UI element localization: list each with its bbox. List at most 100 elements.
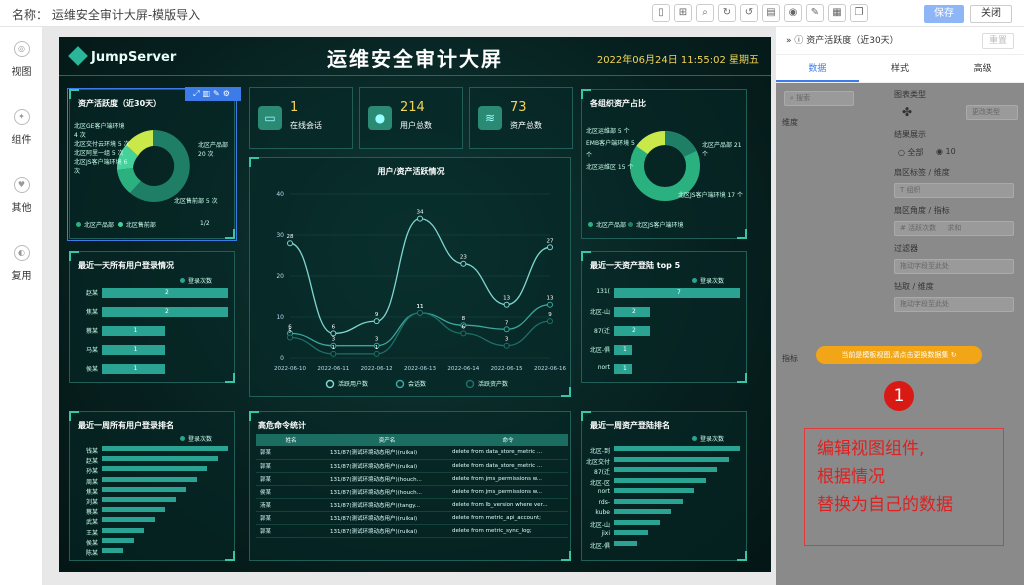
- table-cell: delete from metric_sync_log;: [448, 524, 568, 538]
- command-table: 姓名 资产名 命令 郭某 131/87(测试环境动态用户)(ruikai) dele…: [256, 434, 568, 538]
- bar: [102, 497, 176, 502]
- bar: [102, 466, 207, 472]
- radio-count[interactable]: ◉ 10: [936, 147, 956, 156]
- nav-label: 组件: [11, 135, 32, 146]
- copy-icon[interactable]: ❐: [850, 4, 868, 22]
- datetime: 2022年06月24日 11:55:02 星期五: [596, 55, 759, 66]
- bar-label: 蔡某: [85, 328, 98, 335]
- nav-component[interactable]: ✦ 组件: [0, 109, 43, 146]
- table-cell: 郭某: [256, 459, 326, 473]
- tab-data[interactable]: 数据: [776, 55, 859, 82]
- bar: 2: [614, 307, 650, 317]
- step-badge: 1: [884, 381, 914, 411]
- bar-label: 北区-山: [589, 521, 610, 529]
- layout-icon[interactable]: ⊞: [674, 4, 692, 22]
- data-point: [503, 342, 510, 349]
- panel-title: 最近一周所有用户登录排名: [78, 421, 174, 430]
- bar: 2: [102, 288, 228, 298]
- canvas-stage: JumpServer 运维安全审计大屏 2022年06月24日 11:55:02…: [43, 27, 776, 585]
- tab-style[interactable]: 样式: [859, 55, 942, 82]
- data-point: [547, 318, 553, 325]
- brush-icon[interactable]: ✎: [806, 4, 824, 22]
- pie-labels-left: 北区运维部 5 个 EMB客户端环境 5 个北区运维区 15 个: [586, 128, 635, 171]
- panel-title: 高危命令统计: [258, 421, 306, 430]
- data-label: 7: [505, 320, 509, 326]
- bar-label: 87(迁: [594, 328, 610, 335]
- grid-icon[interactable]: ▦: [828, 4, 846, 22]
- property-tabs: 数据 样式 高级: [776, 55, 1024, 83]
- nav-other[interactable]: ♥ 其他: [0, 177, 43, 214]
- col-header: 命令: [448, 434, 568, 446]
- data-label: 1: [375, 345, 379, 351]
- bar-value: 7: [677, 289, 681, 296]
- change-dataset-pill[interactable]: 当前是模板视图,请点击更换数据集 ↻: [816, 346, 982, 364]
- asset-login-top5-panel[interactable]: 最近一天资产登陆 top 5 登录次数 131(7 北区-山 2 87(迁 2 北区-俱 1…: [581, 251, 747, 383]
- bar: 2: [102, 307, 228, 317]
- undo-icon[interactable]: ↺: [740, 4, 758, 22]
- table-cell: 131/87(测试环境动态用户)(houch...: [326, 485, 448, 499]
- chart-type-label: 图表类型: [894, 90, 926, 99]
- user-login-week-panel[interactable]: 最近一周所有用户登录排名 登录次数 钱某 赵某 孙某 周某 焦某 刘某 蔡某 武某 王某 侯某 陈某: [69, 411, 235, 561]
- table-cell: 131/87(测试环境动态用户)(tangy...: [326, 498, 448, 512]
- danger-command-panel[interactable]: 高危命令统计 姓名 资产名 命令 郭某 131/87(测试环境动态用户)(ruik…: [249, 411, 571, 561]
- phone-icon[interactable]: ▯: [652, 4, 670, 22]
- refresh-icon[interactable]: ↻: [718, 4, 736, 22]
- y-tick-label: 40: [276, 191, 284, 198]
- sector-label-field[interactable]: T 组织: [894, 183, 1014, 198]
- table-row[interactable]: 郭某 131/87(测试环境动态用户)(ruikai) delete from me…: [256, 524, 568, 538]
- data-label: 6: [462, 324, 466, 330]
- left-nav: ◎ 视图 ✦ 组件 ♥ 其他 ◐ 复用: [0, 27, 43, 585]
- table-row[interactable]: 郭某 131/87(测试环境动态用户)(ruikai) delete from me…: [256, 511, 568, 525]
- table-row[interactable]: 郭某 131/87(测试环境动态用户)(ruikai) delete from da…: [256, 459, 568, 473]
- nav-label: 复用: [11, 271, 32, 282]
- nav-label: 其他: [11, 203, 32, 214]
- close-button[interactable]: 关闭: [970, 5, 1012, 23]
- bar-legend: 登录次数: [692, 434, 724, 443]
- bar-label: 焦某: [85, 309, 98, 316]
- data-label: 5: [288, 329, 292, 335]
- radio-all[interactable]: ○ 全部: [898, 147, 924, 158]
- stat-total-assets: ≋ 73 资产总数: [469, 87, 573, 149]
- user-login-day-panel[interactable]: 最近一天所有用户登录情况 登录次数 赵某 2 焦某 2 蔡某 1 马某 1 侯某 1: [69, 251, 235, 383]
- table-row[interactable]: 郭某 131/87(测试环境动态用户)(houch... delete from j…: [256, 472, 568, 486]
- activity-line-panel[interactable]: 用户/资产活跃情况 0 10 20 30 40 2022-06-10 2022-06-11 2…: [249, 157, 571, 397]
- selection-toolbar[interactable]: ⤢▥✎⚙: [185, 87, 241, 101]
- sector-angle-field[interactable]: # 活跃次数 求和: [894, 221, 1014, 236]
- pie-chart-icon: ✤: [902, 105, 913, 119]
- top-bar: 名称： 运维安全审计大屏-模版导入 ▯ ⊞ ⌕ ↻ ↺ ▤ ◉ ✎ ▦ ❐ 保存…: [0, 0, 1024, 27]
- tab-advanced[interactable]: 高级: [941, 55, 1024, 82]
- x-tick-label: 2022-06-16: [534, 366, 566, 372]
- drill-dropzone[interactable]: 拖动字段至此处: [894, 297, 1014, 312]
- data-label: 3: [332, 337, 336, 343]
- nav-view[interactable]: ◎ 视图: [0, 41, 43, 78]
- bar-label: 武某: [85, 519, 98, 527]
- data-label: 9: [375, 312, 379, 318]
- table-row[interactable]: 郭某 131/87(测试环境动态用户)(ruikai) delete from da…: [256, 446, 568, 460]
- data-point: [547, 301, 553, 308]
- reset-button[interactable]: 重置: [982, 33, 1014, 49]
- data-label: 34: [417, 210, 424, 216]
- filter-dropzone[interactable]: 拖动字段至此处: [894, 259, 1014, 274]
- panel-title: 最近一周资产登陆排名: [590, 421, 670, 430]
- legend-marker: [465, 379, 475, 389]
- search-input[interactable]: ⌕ 搜索: [784, 91, 854, 106]
- table-cell: delete from lb_version where ver...: [448, 498, 568, 512]
- other-icon: ♥: [13, 177, 30, 193]
- asset-login-week-panel[interactable]: 最近一周资产登陆排名 登录次数 北区-到 北区交付 87(迁 北区-区 nort rds-…: [581, 411, 747, 561]
- org-asset-panel[interactable]: 各组织资产占比 北区运维部 5 个 EMB客户端环境 5 个北区运维区 15 个 …: [581, 89, 747, 239]
- file-icon[interactable]: ▤: [762, 4, 780, 22]
- bar-legend: 登录次数: [180, 434, 212, 443]
- zoom-icon[interactable]: ⌕: [696, 4, 714, 22]
- bar-label: 赵某: [85, 458, 98, 466]
- save-button[interactable]: 保存: [924, 5, 964, 23]
- table-row[interactable]: 汤某 131/87(测试环境动态用户)(tangy... delete from l…: [256, 498, 568, 512]
- change-type-button[interactable]: 更改类型: [966, 105, 1018, 120]
- data-label: 3: [505, 337, 509, 343]
- eye-icon[interactable]: ◉: [784, 4, 802, 22]
- stat-online-sessions: ▭ 1 在线会话: [249, 87, 353, 149]
- data-point: [460, 260, 467, 267]
- nav-reuse[interactable]: ◐ 复用: [0, 245, 43, 282]
- y-tick-label: 0: [280, 355, 284, 362]
- table-cell: delete from metric_api_account;: [448, 511, 568, 525]
- table-row[interactable]: 侯某 131/87(测试环境动态用户)(houch... delete from j…: [256, 485, 568, 499]
